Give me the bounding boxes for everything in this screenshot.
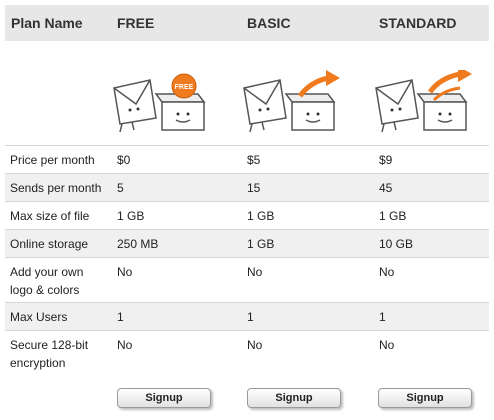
plan-name-header: Plan Name: [11, 15, 83, 31]
row-label: Price per month: [10, 153, 95, 167]
free-value: 250 MB: [117, 237, 159, 251]
free-value: 1 GB: [117, 209, 145, 223]
basic-signup-button[interactable]: Signup: [247, 388, 341, 408]
free-mail-box-icon: FREE: [113, 73, 206, 133]
table-row: Secure 128-bit encryption No No No: [5, 330, 489, 376]
basic-value: No: [247, 338, 263, 352]
pricing-table: Plan Name FREE BASIC STANDARD FREE Price…: [0, 0, 494, 420]
standard-value: $9: [379, 153, 393, 167]
row-label-line2: encryption: [10, 356, 66, 370]
row-label: Online storage: [10, 237, 89, 251]
row-label-line1: Add your own: [10, 265, 84, 279]
table-row: Add your own logo & colors No No No: [5, 257, 489, 303]
table-row: Online storage 250 MB 1 GB 10 GB: [5, 229, 489, 258]
table-row: Price per month $0 $5 $9: [5, 145, 489, 174]
standard-value: 45: [379, 181, 393, 195]
table-row: Sends per month 5 15 45: [5, 173, 489, 202]
basic-value: 15: [247, 181, 261, 195]
row-label: Sends per month: [10, 181, 102, 195]
free-value: 1: [117, 310, 124, 324]
plan-standard-header: STANDARD: [379, 15, 457, 31]
row-label: Max Users: [10, 310, 68, 324]
row-label-line1: Secure 128-bit: [10, 338, 89, 352]
row-label-line2: logo & colors: [10, 283, 80, 297]
row-label: Max size of file: [10, 209, 90, 223]
standard-value: No: [379, 338, 395, 352]
free-value: 5: [117, 181, 124, 195]
free-badge-text: FREE: [175, 84, 194, 91]
basic-value: 1: [247, 310, 254, 324]
standard-value: 1: [379, 310, 386, 324]
basic-value: No: [247, 265, 263, 279]
table-row: Max Users 1 1 1: [5, 302, 489, 331]
standard-signup-button[interactable]: Signup: [378, 388, 472, 408]
basic-value: $5: [247, 153, 261, 167]
free-signup-button[interactable]: Signup: [117, 388, 211, 408]
basic-value: 1 GB: [247, 237, 275, 251]
basic-mail-box-icon: [243, 70, 340, 133]
standard-value: 1 GB: [379, 209, 407, 223]
free-value: $0: [117, 153, 131, 167]
plan-free-header: FREE: [117, 15, 155, 31]
free-value: No: [117, 265, 133, 279]
basic-value: 1 GB: [247, 209, 275, 223]
free-value: No: [117, 338, 133, 352]
plan-basic-header: BASIC: [247, 15, 291, 31]
standard-value: 10 GB: [379, 237, 414, 251]
standard-mail-box-icon: [375, 70, 472, 133]
standard-value: No: [379, 265, 395, 279]
table-row: Max size of file 1 GB 1 GB 1 GB: [5, 201, 489, 230]
table-header: Plan Name FREE BASIC STANDARD: [5, 5, 489, 41]
